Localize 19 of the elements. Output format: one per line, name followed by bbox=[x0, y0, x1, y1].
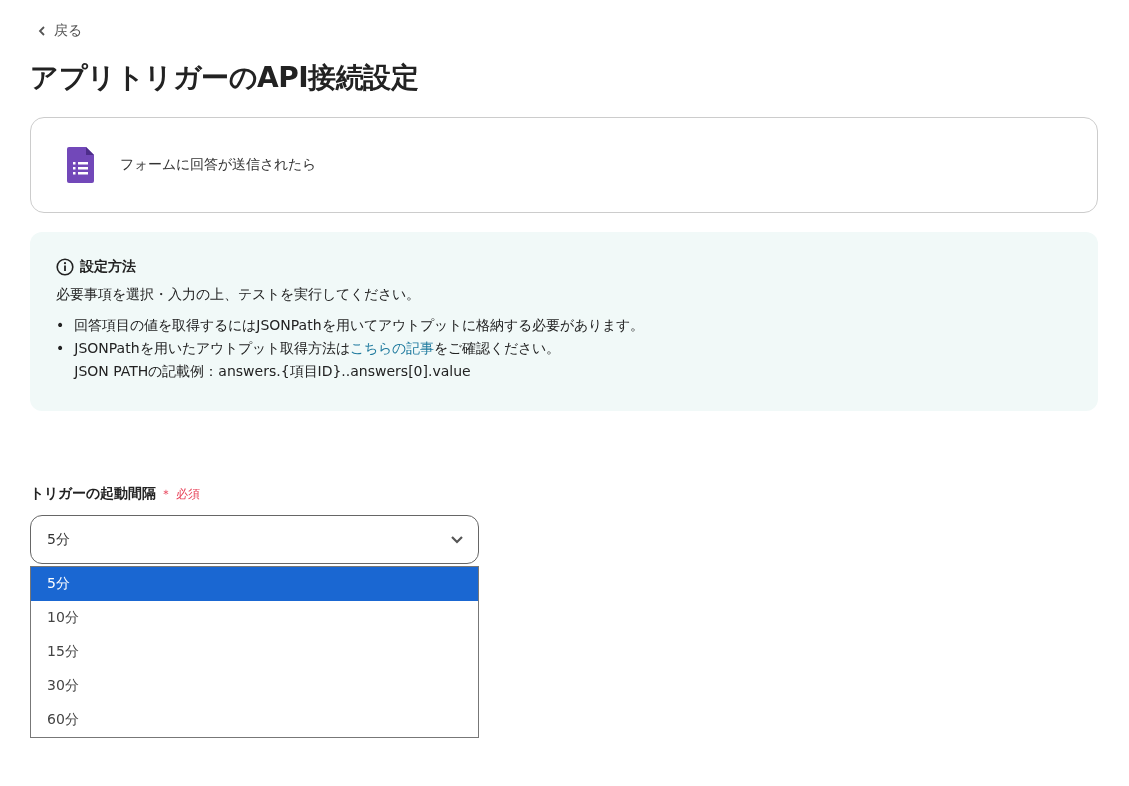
chevron-down-icon bbox=[450, 534, 464, 545]
info-icon bbox=[56, 258, 74, 276]
info-text: 必要事項を選択・入力の上、テストを実行してください。 bbox=[56, 286, 421, 304]
required-label: ＊ 必須 bbox=[160, 485, 200, 503]
form-document-icon bbox=[67, 147, 94, 183]
dropdown-option[interactable]: 5分 bbox=[31, 567, 478, 601]
info-heading: 設定方法 bbox=[80, 258, 136, 276]
interval-select[interactable]: 5分 bbox=[30, 515, 479, 564]
page-title: アプリトリガーのAPI接続設定 bbox=[30, 60, 420, 96]
example-text: JSON PATHの記載例：answers.{項目ID}..answers[0].value bbox=[74, 363, 471, 379]
chevron-left-icon bbox=[36, 25, 48, 37]
bullet-marker: • bbox=[56, 316, 65, 335]
field-label: トリガーの起動間隔 bbox=[30, 485, 156, 503]
article-link[interactable]: こちらの記事 bbox=[349, 340, 434, 356]
trigger-label: フォームに回答が送信されたら bbox=[120, 156, 316, 174]
bullet-text: 回答項目の値を取得するにはJSONPathを用いてアウトプットに格納する必要があります。 bbox=[74, 317, 644, 333]
back-link[interactable]: 戻る bbox=[30, 22, 82, 40]
bullet-marker: • bbox=[56, 339, 65, 358]
bullet-text: JSONPathを用いたアウトプット取得方法は こちらの記事をご確認ください。 bbox=[74, 340, 560, 356]
